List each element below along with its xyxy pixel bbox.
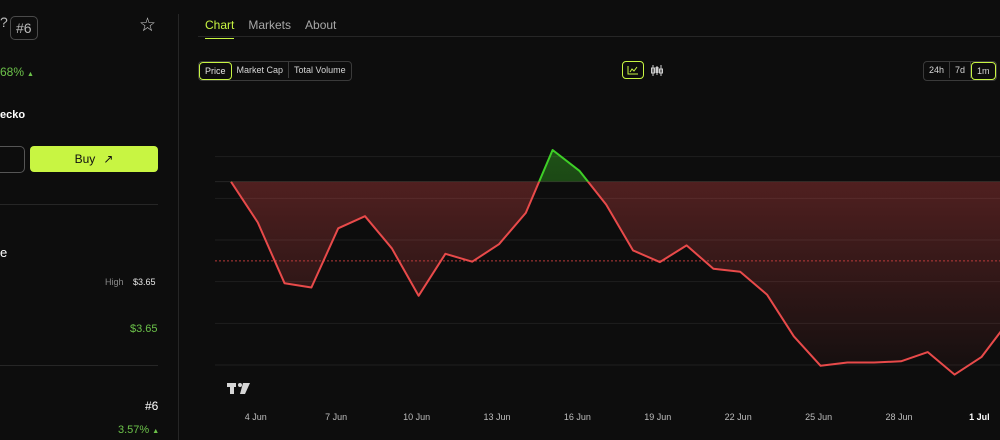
x-tick-label: 1 Jul bbox=[969, 412, 990, 422]
price-change-value: 68% bbox=[0, 65, 25, 79]
x-tick-label: 4 Jun bbox=[245, 412, 267, 422]
metric-total-volume-button[interactable]: Total Volume bbox=[289, 62, 351, 78]
chart-type-toggle bbox=[622, 61, 668, 79]
area-fill-below bbox=[231, 181, 1000, 375]
x-tick-label: 7 Jun bbox=[325, 412, 347, 422]
source-label[interactable]: ecko bbox=[0, 109, 25, 121]
divider bbox=[0, 365, 158, 366]
rank-badge: #6 bbox=[10, 16, 38, 40]
x-tick-label: 25 Jun bbox=[805, 412, 832, 422]
rank-change: 3.57% ▲ bbox=[118, 424, 159, 436]
tradingview-logo bbox=[227, 383, 250, 394]
range-toggle: 24h 7d 1m bbox=[923, 61, 997, 81]
x-tick-label: 13 Jun bbox=[483, 412, 510, 422]
section-heading: e bbox=[0, 245, 8, 260]
metric-market-cap-button[interactable]: Market Cap bbox=[232, 62, 290, 78]
buy-label: Buy bbox=[74, 152, 96, 166]
buy-button[interactable]: Buy ↗ bbox=[30, 146, 158, 172]
range-7d-button[interactable]: 7d bbox=[950, 62, 972, 78]
x-tick-label: 10 Jun bbox=[403, 412, 430, 422]
high-value-green: $3.65 bbox=[130, 323, 158, 335]
external-link-icon: ↗ bbox=[103, 152, 114, 166]
coin-sidebar: ? #6 ☆ 68% ▲ ecko Buy ↗ e High $3.65 $3.6… bbox=[0, 0, 178, 440]
panel-divider bbox=[178, 14, 179, 440]
x-tick-label: 22 Jun bbox=[725, 412, 752, 422]
line-chart-button[interactable] bbox=[622, 61, 644, 79]
rank-change-value: 3.57% bbox=[118, 424, 150, 436]
metric-toggle: Price Market Cap Total Volume bbox=[198, 61, 352, 81]
up-arrow-icon: ▲ bbox=[152, 428, 160, 435]
line-chart-icon bbox=[627, 66, 638, 75]
secondary-button[interactable] bbox=[0, 146, 25, 173]
tab-underline bbox=[198, 36, 1000, 37]
logo-shape bbox=[230, 383, 234, 394]
x-tick-label: 16 Jun bbox=[564, 412, 591, 422]
candlestick-icon bbox=[651, 64, 663, 76]
logo-shape bbox=[238, 383, 242, 387]
price-change: 68% ▲ bbox=[0, 65, 34, 79]
up-arrow-icon: ▲ bbox=[27, 71, 34, 78]
x-tick-label: 19 Jun bbox=[644, 412, 671, 422]
rank-value: #6 bbox=[145, 399, 159, 413]
high-value: $3.65 bbox=[133, 277, 156, 287]
star-icon[interactable]: ☆ bbox=[139, 14, 156, 37]
range-24h-button[interactable]: 24h bbox=[924, 62, 951, 78]
price-chart[interactable]: 4 Jun 7 Jun 10 Jun 13 Jun 16 Jun 19 Jun 22 Jun… bbox=[215, 140, 1000, 440]
divider bbox=[0, 204, 158, 205]
high-label: High bbox=[105, 277, 124, 287]
range-1m-button[interactable]: 1m bbox=[971, 62, 996, 80]
x-tick-label: 28 Jun bbox=[885, 412, 912, 422]
candlestick-chart-button[interactable] bbox=[646, 61, 668, 79]
metric-price-button[interactable]: Price bbox=[199, 62, 232, 80]
info-icon: ? bbox=[0, 14, 8, 30]
